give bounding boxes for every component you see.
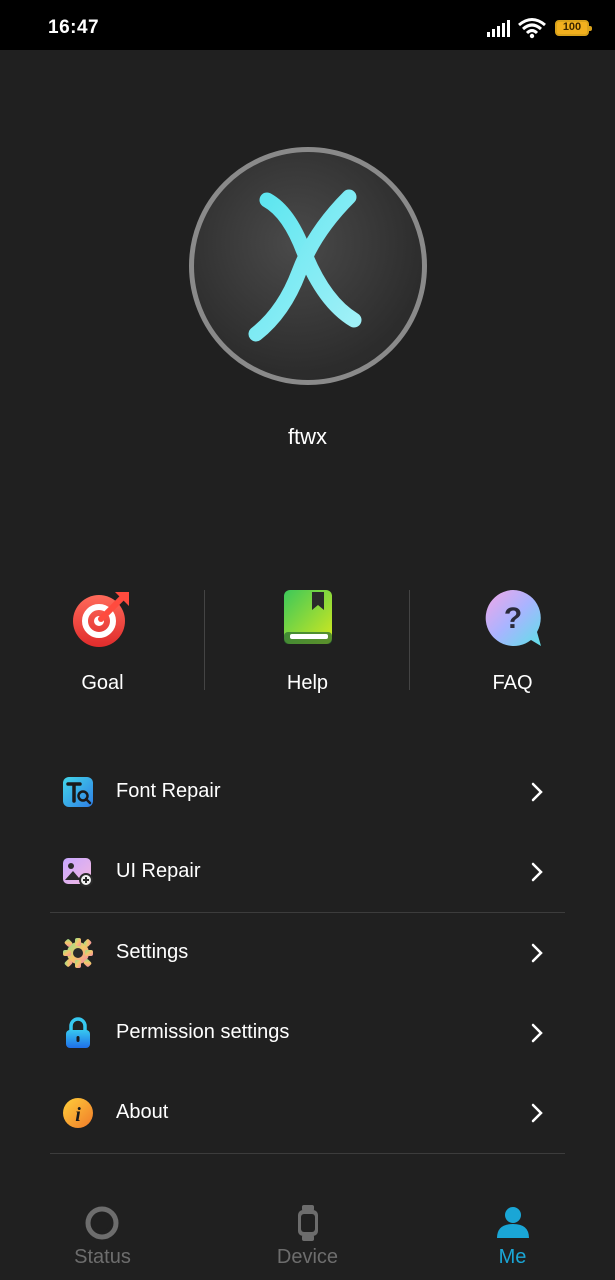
menu-item-label: About (116, 1101, 169, 1123)
tab-me[interactable]: Me (410, 1190, 615, 1280)
battery-level: 100 (562, 21, 582, 33)
info-icon: i (63, 1098, 93, 1128)
gear-icon (63, 938, 93, 968)
help-button[interactable]: Help (205, 580, 410, 700)
battery-icon: 100 (555, 20, 592, 36)
tab-label: Status (74, 1246, 131, 1268)
menu-item-label: Permission settings (116, 1021, 290, 1043)
tab-label: Device (276, 1246, 339, 1268)
wifi-icon (518, 18, 546, 39)
question-bubble-icon: ? (485, 590, 541, 646)
menu-item-label: Settings (116, 941, 189, 963)
status-time: 16:47 (48, 17, 100, 38)
chevron-right-icon (531, 943, 543, 963)
status-bar: 16:47 100 (0, 0, 615, 50)
tab-device[interactable]: Device (205, 1190, 410, 1280)
chevron-right-icon (531, 1103, 543, 1123)
tab-status[interactable]: Status (0, 1190, 205, 1280)
chevron-right-icon (531, 1023, 543, 1043)
menu-item-permission-settings[interactable]: Permission settings (50, 993, 565, 1073)
x-logo-icon (248, 189, 362, 342)
menu-item-about[interactable]: i About (50, 1073, 565, 1153)
menu-item-label: UI Repair (116, 860, 201, 882)
target-icon (73, 592, 129, 647)
username: ftwx (287, 424, 328, 449)
lock-icon (66, 1017, 90, 1048)
avatar[interactable] (189, 147, 427, 385)
svg-text:?: ? (504, 602, 522, 635)
book-icon (284, 590, 332, 644)
menu-item-ui-repair[interactable]: UI Repair (50, 832, 565, 912)
signal-icon (487, 20, 510, 37)
chevron-right-icon (531, 782, 543, 802)
menu-item-settings[interactable]: Settings (50, 913, 565, 993)
person-icon (497, 1207, 529, 1238)
goal-label: Goal (81, 672, 124, 694)
faq-label: FAQ (492, 672, 533, 694)
help-label: Help (286, 672, 329, 694)
status-ring-icon (85, 1206, 119, 1240)
watch-icon (298, 1205, 318, 1241)
goal-button[interactable]: Goal (0, 580, 205, 700)
menu-divider (50, 1153, 565, 1154)
font-repair-icon (63, 777, 93, 807)
quick-actions: Goal Help ? FAQ (0, 580, 615, 700)
tab-label: Me (498, 1246, 527, 1268)
menu-item-label: Font Repair (116, 780, 221, 802)
svg-text:i: i (75, 1104, 81, 1126)
bottom-navigation: Status Device Me (0, 1190, 615, 1280)
ui-repair-icon (63, 858, 93, 887)
faq-button[interactable]: ? FAQ (410, 580, 615, 700)
menu-item-font-repair[interactable]: Font Repair (50, 752, 565, 832)
chevron-right-icon (531, 862, 543, 882)
